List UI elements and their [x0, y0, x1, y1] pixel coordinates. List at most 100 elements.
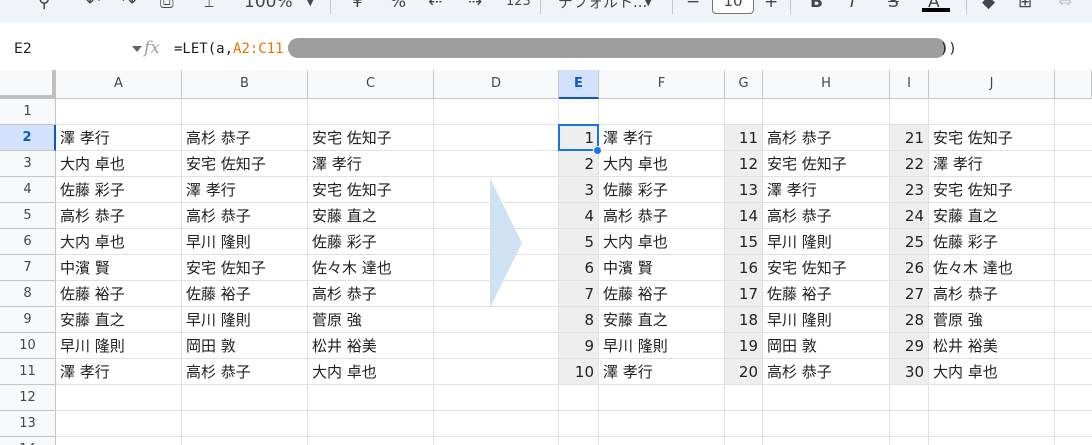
cell-c10[interactable]: 松井 裕美 [308, 333, 433, 359]
cell-c6[interactable]: 佐藤 彩子 [308, 229, 433, 255]
cell-a3[interactable]: 大内 卓也 [56, 151, 181, 177]
column-header-d[interactable]: D [434, 70, 559, 99]
row-header-7[interactable]: 7 [0, 255, 56, 281]
row-header-12[interactable]: 12 [0, 385, 56, 411]
cell-b8[interactable]: 佐藤 裕子 [182, 281, 307, 307]
cell-i11[interactable]: 30 [890, 359, 928, 385]
cell-f6[interactable]: 大内 卓也 [599, 229, 724, 255]
undo-icon[interactable]: ↶ [86, 0, 100, 13]
column-header-i[interactable]: I [890, 70, 929, 99]
column-header-f[interactable]: F [599, 70, 725, 99]
cell-e8[interactable]: 7 [559, 281, 598, 307]
borders-icon[interactable]: ⊞ [1018, 0, 1032, 13]
cell-h8[interactable]: 佐藤 裕子 [763, 281, 889, 307]
row-header-4[interactable]: 4 [0, 177, 56, 203]
cell-a9[interactable]: 安藤 直之 [56, 307, 181, 333]
redo-icon[interactable]: ↷ [122, 0, 136, 13]
cell-j9[interactable]: 菅原 強 [929, 307, 1054, 333]
cell-c8[interactable]: 高杉 恭子 [308, 281, 433, 307]
bold-button[interactable]: B [810, 0, 823, 13]
cell-h4[interactable]: 澤 孝行 [763, 177, 889, 203]
cell-g2[interactable]: 11 [725, 125, 762, 151]
increase-decimal-icon[interactable]: ⇢ [468, 0, 482, 13]
cell-i6[interactable]: 25 [890, 229, 928, 255]
decrease-decimal-icon[interactable]: ⇠ [428, 0, 442, 13]
cell-f7[interactable]: 中濱 賢 [599, 255, 724, 281]
formula-input[interactable]: =LET(a,A2:C11 [174, 41, 284, 57]
cell-h10[interactable]: 岡田 敦 [763, 333, 889, 359]
row-header-9[interactable]: 9 [0, 307, 56, 333]
cell-g3[interactable]: 12 [725, 151, 762, 177]
name-box[interactable]: E2 [0, 30, 150, 70]
font-select[interactable]: デフォルト... [558, 0, 647, 13]
cell-j7[interactable]: 佐々木 達也 [929, 255, 1054, 281]
select-all-corner[interactable] [0, 70, 56, 99]
cell-h7[interactable]: 安宅 佐知子 [763, 255, 889, 281]
cell-f9[interactable]: 安藤 直之 [599, 307, 724, 333]
column-header-c[interactable]: C [308, 70, 434, 99]
fill-color-icon[interactable]: ◆ [982, 0, 995, 13]
row-header-11[interactable]: 11 [0, 359, 56, 385]
cell-g5[interactable]: 14 [725, 203, 762, 229]
cell-j6[interactable]: 佐藤 彩子 [929, 229, 1054, 255]
cell-j4[interactable]: 安宅 佐知子 [929, 177, 1054, 203]
cell-f5[interactable]: 高杉 恭子 [599, 203, 724, 229]
cell-c5[interactable]: 安藤 直之 [308, 203, 433, 229]
row-header-5[interactable]: 5 [0, 203, 56, 229]
cell-a2[interactable]: 澤 孝行 [56, 125, 181, 151]
cell-b9[interactable]: 早川 隆則 [182, 307, 307, 333]
cell-g11[interactable]: 20 [725, 359, 762, 385]
cell-f3[interactable]: 大内 卓也 [599, 151, 724, 177]
cell-i8[interactable]: 27 [890, 281, 928, 307]
row-header-1[interactable]: 1 [0, 99, 56, 125]
cell-c9[interactable]: 菅原 強 [308, 307, 433, 333]
currency-icon[interactable]: ¥ [352, 0, 363, 13]
cell-i5[interactable]: 24 [890, 203, 928, 229]
cell-i4[interactable]: 23 [890, 177, 928, 203]
cell-i7[interactable]: 26 [890, 255, 928, 281]
cell-j5[interactable]: 安藤 直之 [929, 203, 1054, 229]
row-header-2[interactable]: 2 [0, 125, 56, 151]
cell-g7[interactable]: 16 [725, 255, 762, 281]
cell-g4[interactable]: 13 [725, 177, 762, 203]
cell-e7[interactable]: 6 [559, 255, 598, 281]
cell-e10[interactable]: 9 [559, 333, 598, 359]
cell-a11[interactable]: 澤 孝行 [56, 359, 181, 385]
column-header-j[interactable]: J [929, 70, 1055, 99]
chevron-down-icon[interactable] [132, 46, 142, 52]
cell-b11[interactable]: 高杉 恭子 [182, 359, 307, 385]
cell-a7[interactable]: 中濱 賢 [56, 255, 181, 281]
cell-g8[interactable]: 17 [725, 281, 762, 307]
cell-i10[interactable]: 29 [890, 333, 928, 359]
cell-b7[interactable]: 安宅 佐知子 [182, 255, 307, 281]
cell-c7[interactable]: 佐々木 達也 [308, 255, 433, 281]
cell-b10[interactable]: 岡田 敦 [182, 333, 307, 359]
chevron-down-icon[interactable]: ▼ [644, 0, 652, 13]
cell-j3[interactable]: 澤 孝行 [929, 151, 1054, 177]
cell-b4[interactable]: 澤 孝行 [182, 177, 307, 203]
column-header-k[interactable] [1055, 70, 1092, 99]
row-header-6[interactable]: 6 [0, 229, 56, 255]
row-header-13[interactable]: 13 [0, 411, 56, 437]
row-header-3[interactable]: 3 [0, 151, 56, 177]
zoom-select[interactable]: 100% [244, 0, 293, 13]
cell-c2[interactable]: 安宅 佐知子 [308, 125, 433, 151]
cell-h2[interactable]: 高杉 恭子 [763, 125, 889, 151]
cell-h11[interactable]: 高杉 恭子 [763, 359, 889, 385]
cell-f4[interactable]: 佐藤 彩子 [599, 177, 724, 203]
cell-h5[interactable]: 高杉 恭子 [763, 203, 889, 229]
cell-a5[interactable]: 高杉 恭子 [56, 203, 181, 229]
increase-font-size-button[interactable]: + [764, 0, 778, 13]
cell-j10[interactable]: 松井 裕美 [929, 333, 1054, 359]
cell-h6[interactable]: 早川 隆則 [763, 229, 889, 255]
paint-format-icon[interactable]: ⌶ [204, 0, 214, 13]
percent-button[interactable]: % [390, 0, 406, 13]
cell-c4[interactable]: 安宅 佐知子 [308, 177, 433, 203]
row-header-8[interactable]: 8 [0, 281, 56, 307]
cell-j2[interactable]: 安宅 佐知子 [929, 125, 1054, 151]
cell-c11[interactable]: 大内 卓也 [308, 359, 433, 385]
cell-b2[interactable]: 高杉 恭子 [182, 125, 307, 151]
merge-cells-icon[interactable]: ⇔ [1058, 0, 1072, 13]
cell-j8[interactable]: 高杉 恭子 [929, 281, 1054, 307]
row-header-14[interactable]: 14 [0, 437, 56, 445]
